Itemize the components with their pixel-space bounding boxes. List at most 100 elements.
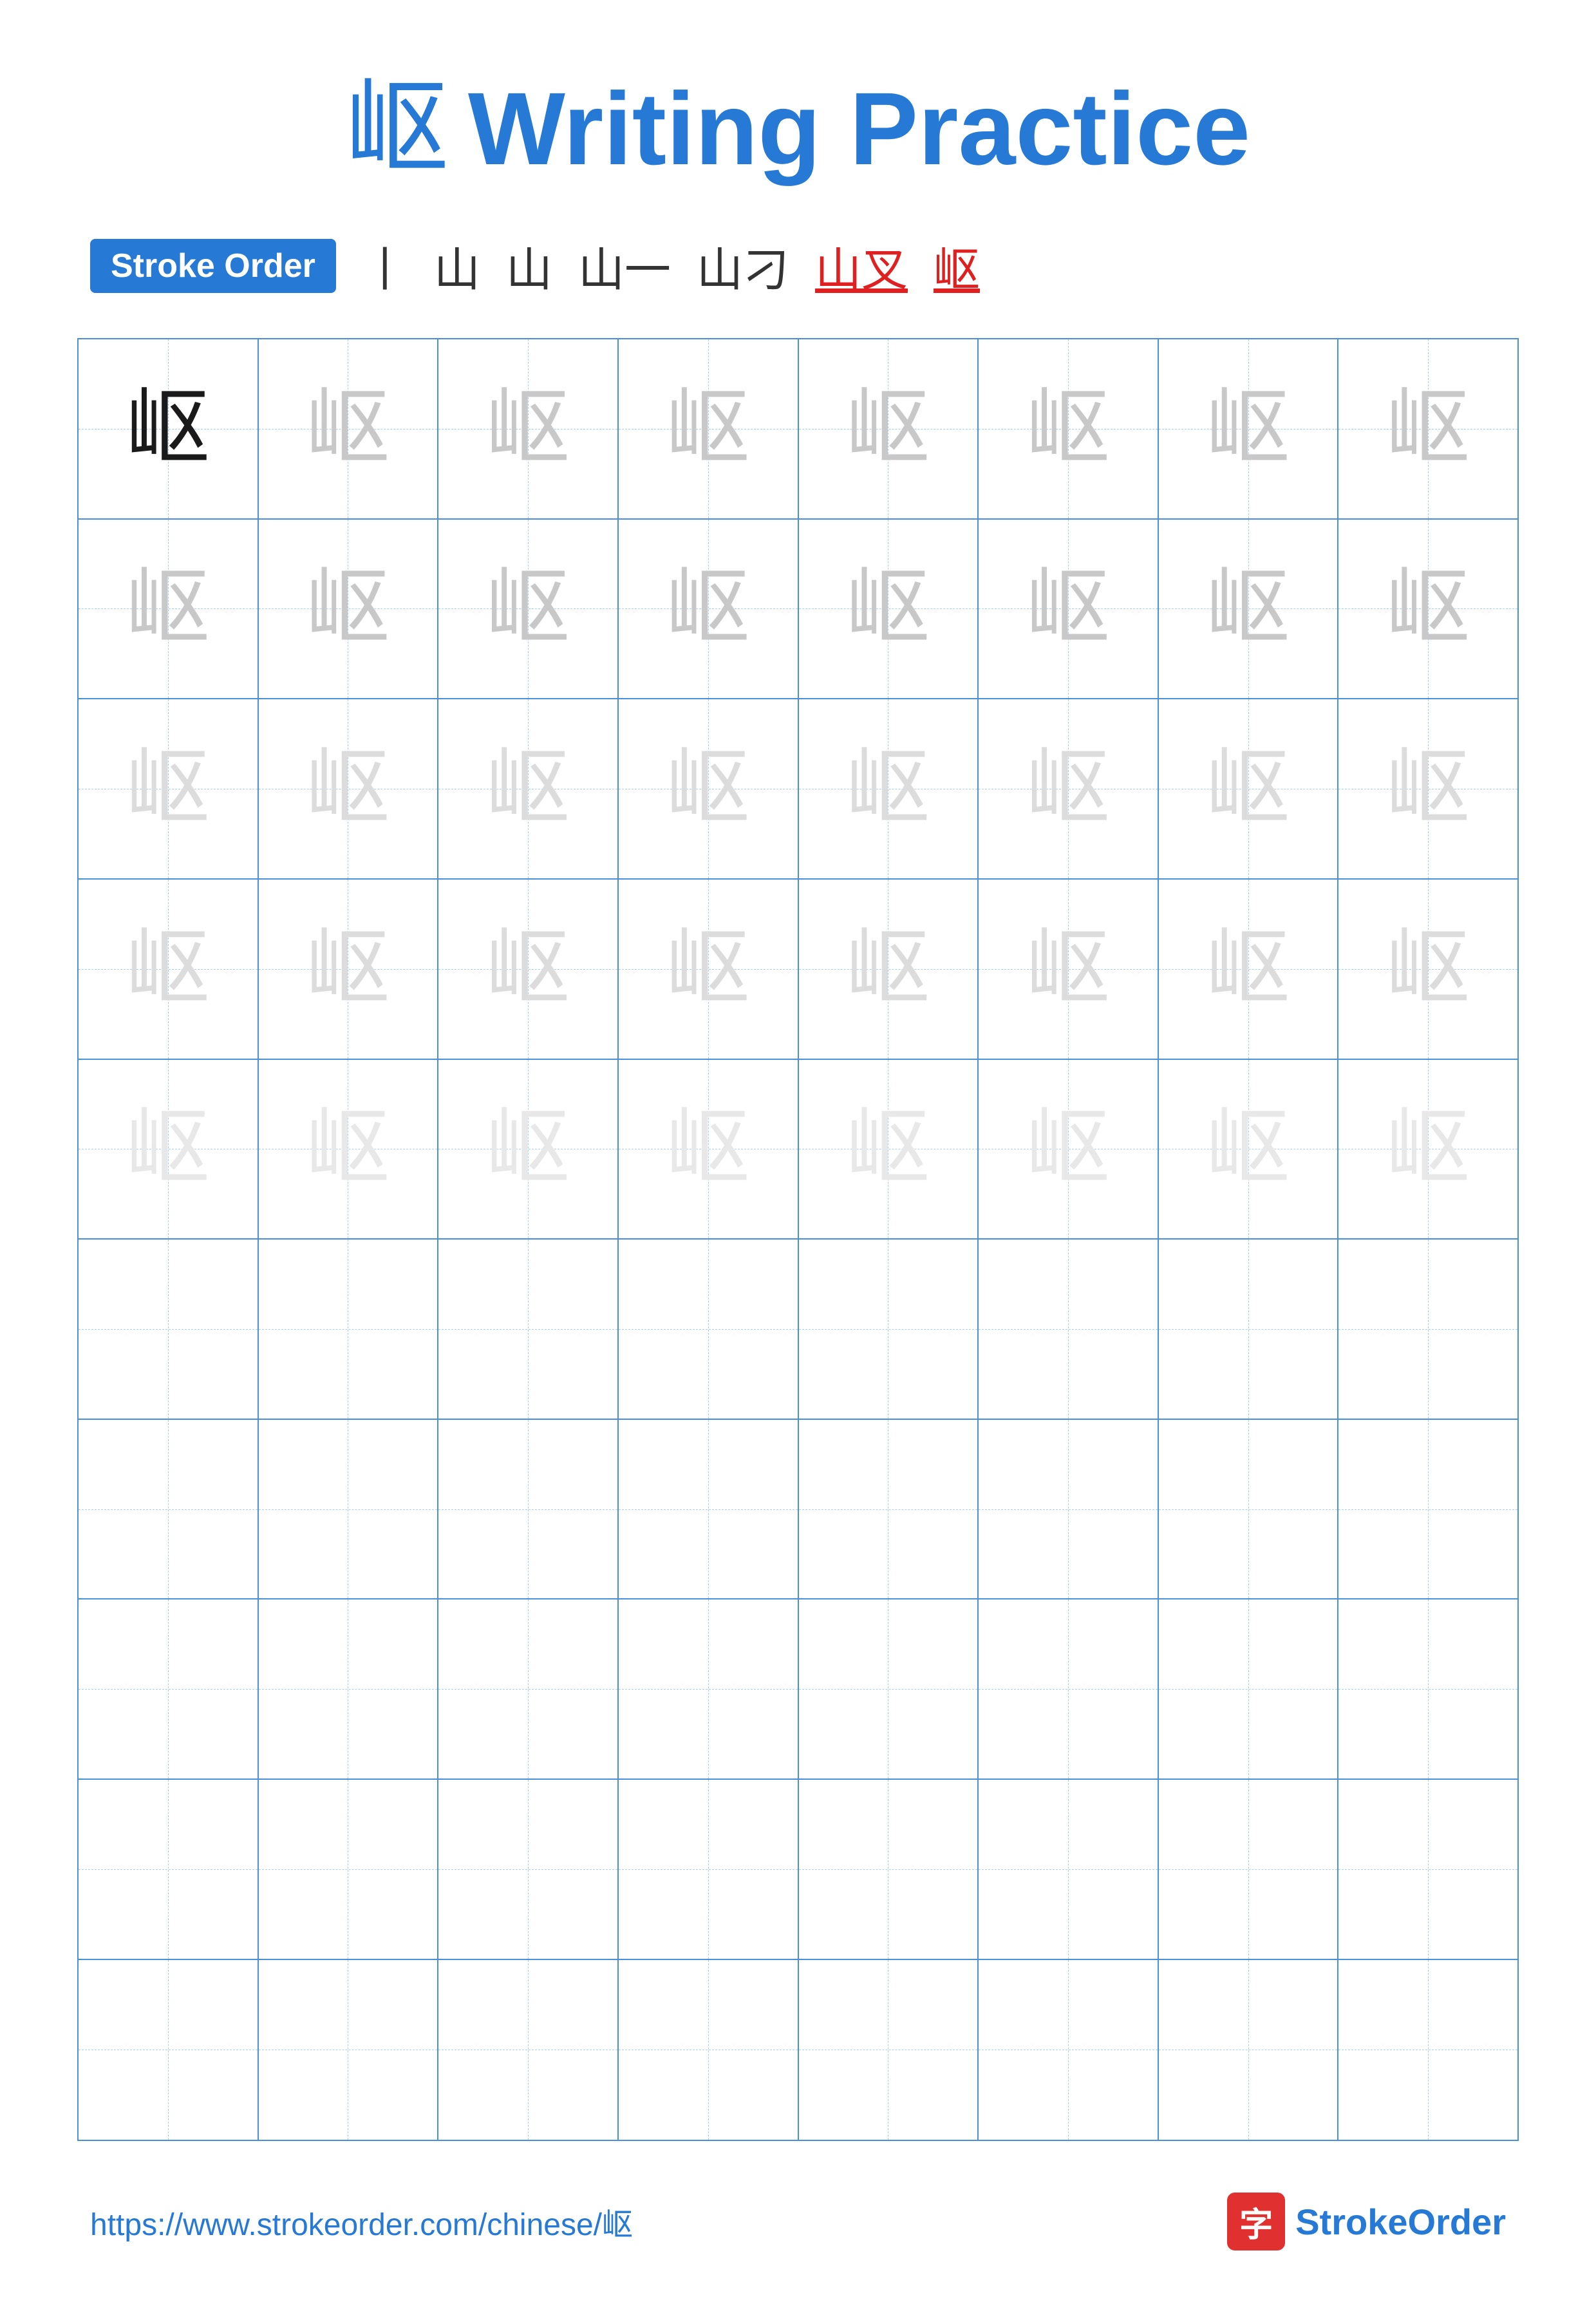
- grid-cell[interactable]: [619, 1420, 799, 1600]
- grid-cell[interactable]: 岖: [79, 339, 259, 520]
- grid-cell[interactable]: [1159, 1960, 1339, 2140]
- grid-cell[interactable]: 岖: [799, 699, 979, 880]
- practice-char: 岖: [306, 567, 390, 650]
- grid-cell[interactable]: 岖: [259, 880, 439, 1060]
- cell-guides: [1338, 1420, 1517, 1599]
- grid-cell[interactable]: [799, 1599, 979, 1780]
- grid-cell[interactable]: 岖: [1159, 520, 1339, 700]
- grid-cell[interactable]: [1338, 1420, 1517, 1600]
- cell-guides: [79, 1420, 258, 1599]
- grid-cell[interactable]: 岖: [438, 520, 619, 700]
- grid-cell[interactable]: 岖: [619, 880, 799, 1060]
- grid-cell[interactable]: [799, 1420, 979, 1600]
- grid-cell[interactable]: 岖: [259, 339, 439, 520]
- grid-cell[interactable]: [799, 1960, 979, 2140]
- grid-cell[interactable]: [438, 1420, 619, 1600]
- practice-char: 岖: [846, 927, 930, 1011]
- grid-cell[interactable]: [259, 1240, 439, 1420]
- grid-cell[interactable]: 岖: [799, 520, 979, 700]
- grid-cell[interactable]: 岖: [979, 520, 1159, 700]
- grid-row-1: 岖 岖 岖 岖 岖 岖 岖: [79, 339, 1517, 520]
- grid-cell[interactable]: 岖: [438, 880, 619, 1060]
- cell-guides: [438, 1240, 617, 1419]
- grid-cell[interactable]: 岖: [79, 1060, 259, 1240]
- grid-cell[interactable]: 岖: [1338, 880, 1517, 1060]
- grid-cell[interactable]: 岖: [1159, 880, 1339, 1060]
- grid-cell[interactable]: [1338, 1240, 1517, 1420]
- grid-cell[interactable]: 岖: [79, 699, 259, 880]
- grid-cell[interactable]: 岖: [1338, 699, 1517, 880]
- grid-cell[interactable]: 岖: [259, 699, 439, 880]
- grid-cell[interactable]: [979, 1599, 1159, 1780]
- grid-cell[interactable]: [79, 1420, 259, 1600]
- grid-cell[interactable]: 岖: [799, 339, 979, 520]
- grid-cell[interactable]: 岖: [79, 880, 259, 1060]
- grid-cell[interactable]: 岖: [979, 1060, 1159, 1240]
- grid-cell[interactable]: 岖: [979, 880, 1159, 1060]
- grid-row-5: 岖 岖 岖 岖 岖 岖 岖: [79, 1060, 1517, 1240]
- footer-url[interactable]: https://www.strokeorder.com/chinese/岖: [90, 2199, 633, 2244]
- grid-cell[interactable]: [438, 1780, 619, 1960]
- cell-guides: [438, 1960, 617, 2140]
- practice-char: 岖: [126, 567, 210, 650]
- grid-cell[interactable]: [259, 1420, 439, 1600]
- grid-cell[interactable]: [438, 1599, 619, 1780]
- grid-cell[interactable]: [1338, 1780, 1517, 1960]
- grid-cell[interactable]: 岖: [259, 520, 439, 700]
- grid-cell[interactable]: [1159, 1599, 1339, 1780]
- grid-cell[interactable]: [79, 1960, 259, 2140]
- grid-row-2: 岖 岖 岖 岖 岖 岖 岖: [79, 520, 1517, 700]
- grid-cell[interactable]: 岖: [799, 1060, 979, 1240]
- grid-cell[interactable]: 岖: [438, 1060, 619, 1240]
- grid-cell[interactable]: [979, 1780, 1159, 1960]
- grid-cell[interactable]: [259, 1780, 439, 1960]
- practice-char: 岖: [1026, 567, 1110, 650]
- grid-cell[interactable]: [979, 1420, 1159, 1600]
- grid-cell[interactable]: 岖: [619, 699, 799, 880]
- grid-cell[interactable]: [79, 1240, 259, 1420]
- grid-cell[interactable]: 岖: [438, 339, 619, 520]
- grid-cell[interactable]: [979, 1240, 1159, 1420]
- grid-cell[interactable]: 岖: [619, 1060, 799, 1240]
- grid-cell[interactable]: [259, 1960, 439, 2140]
- grid-cell[interactable]: 岖: [79, 520, 259, 700]
- cell-guides: [799, 1240, 978, 1419]
- footer-logo-icon: 字: [1227, 2193, 1285, 2250]
- grid-cell[interactable]: [1159, 1420, 1339, 1600]
- grid-cell[interactable]: [1159, 1780, 1339, 1960]
- grid-cell[interactable]: [799, 1780, 979, 1960]
- cell-guides: [1159, 1960, 1338, 2140]
- grid-cell[interactable]: [799, 1240, 979, 1420]
- grid-cell[interactable]: 岖: [979, 699, 1159, 880]
- grid-cell[interactable]: [259, 1599, 439, 1780]
- grid-cell[interactable]: [619, 1240, 799, 1420]
- grid-cell[interactable]: 岖: [1338, 339, 1517, 520]
- practice-char: 岖: [846, 567, 930, 650]
- grid-cell[interactable]: 岖: [1338, 520, 1517, 700]
- grid-cell[interactable]: [619, 1960, 799, 2140]
- grid-cell[interactable]: 岖: [438, 699, 619, 880]
- practice-char: 岖: [306, 747, 390, 831]
- practice-char: 岖: [306, 1107, 390, 1191]
- grid-cell[interactable]: 岖: [979, 339, 1159, 520]
- grid-cell[interactable]: 岖: [1159, 699, 1339, 880]
- grid-cell[interactable]: [79, 1780, 259, 1960]
- grid-cell[interactable]: [1338, 1599, 1517, 1780]
- grid-cell[interactable]: [1338, 1960, 1517, 2140]
- grid-cell[interactable]: [619, 1599, 799, 1780]
- grid-cell[interactable]: 岖: [259, 1060, 439, 1240]
- grid-cell[interactable]: [979, 1960, 1159, 2140]
- grid-cell[interactable]: 岖: [619, 520, 799, 700]
- grid-cell[interactable]: [79, 1599, 259, 1780]
- grid-cell[interactable]: 岖: [799, 880, 979, 1060]
- grid-cell[interactable]: 岖: [1338, 1060, 1517, 1240]
- grid-cell[interactable]: 岖: [619, 339, 799, 520]
- grid-cell[interactable]: 岖: [1159, 339, 1339, 520]
- practice-char: 岖: [1026, 747, 1110, 831]
- grid-cell[interactable]: [438, 1240, 619, 1420]
- grid-cell[interactable]: [1159, 1240, 1339, 1420]
- grid-cell[interactable]: [438, 1960, 619, 2140]
- practice-grid: 岖 岖 岖 岖 岖 岖 岖: [77, 338, 1519, 2141]
- grid-cell[interactable]: [619, 1780, 799, 1960]
- grid-cell[interactable]: 岖: [1159, 1060, 1339, 1240]
